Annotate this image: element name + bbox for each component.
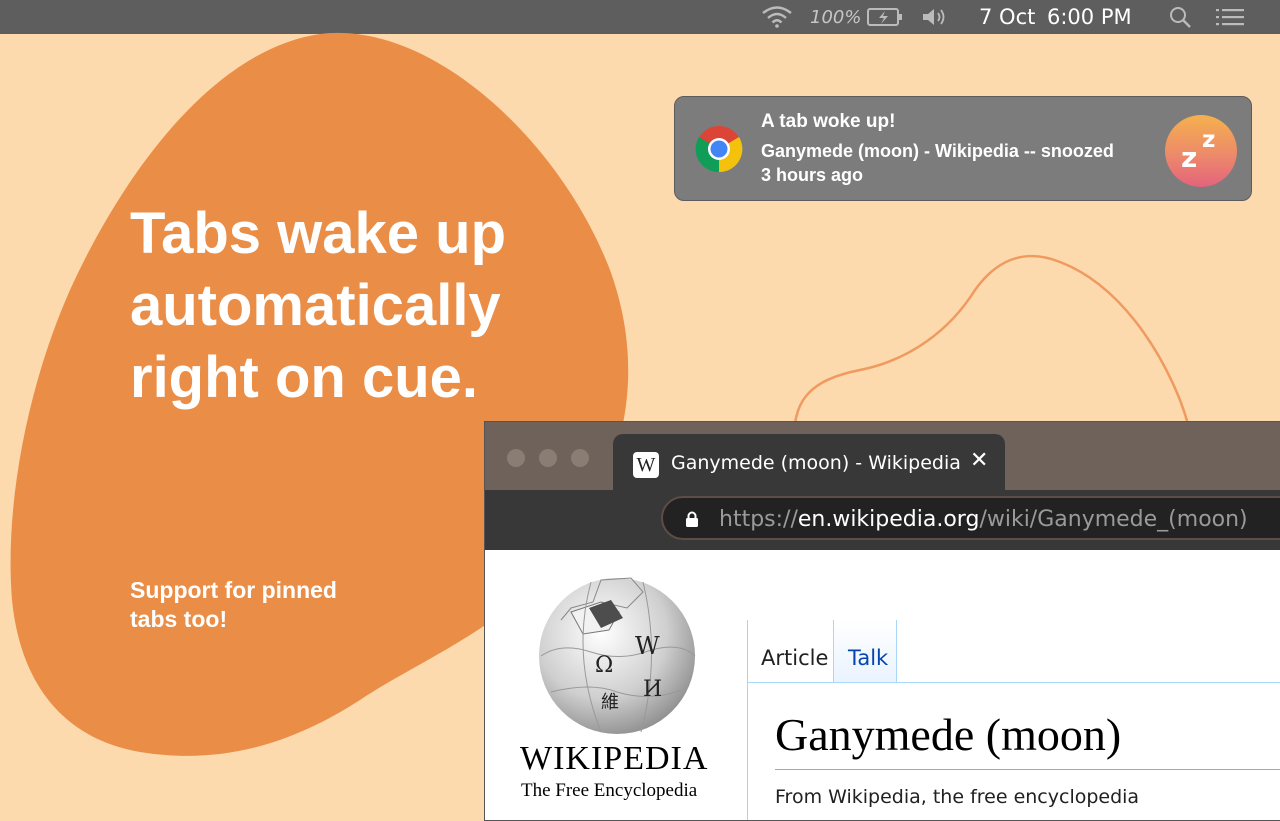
subtext-line-1: Support for pinned: [130, 577, 337, 603]
snooze-glyph-1: z: [1181, 141, 1198, 174]
headline: Tabs wake up automatically right on cue.: [130, 198, 506, 414]
wikipedia-tagline: The Free Encyclopedia: [521, 780, 698, 801]
svg-text:Ω: Ω: [595, 653, 613, 678]
lock-icon: [685, 511, 699, 532]
browser-window: W Ganymede (moon) - Wikipedia ✕ https://…: [484, 421, 1280, 821]
address-bar[interactable]: https://en.wikipedia.org/wiki/Ganymede_(…: [661, 496, 1280, 540]
wikipedia-globe-logo[interactable]: Ω W И 維: [531, 572, 701, 741]
notification-time: 3 hours ago: [761, 165, 864, 185]
svg-text:W: W: [635, 632, 660, 660]
page-source-line: From Wikipedia, the free encyclopedia: [775, 786, 1140, 808]
subtext: Support for pinned tabs too!: [130, 576, 337, 634]
svg-text:И: И: [643, 677, 662, 702]
close-window-button[interactable]: [507, 449, 525, 467]
browser-titlebar: W Ganymede (moon) - Wikipedia ✕: [485, 422, 1280, 494]
close-tab-icon[interactable]: ✕: [970, 448, 988, 473]
notification-body: Ganymede (moon) - Wikipedia -- snoozed: [761, 141, 1114, 161]
chrome-icon: [695, 125, 743, 173]
headline-line-1: Tabs wake up: [130, 201, 507, 266]
tab-title: Ganymede (moon) - Wikipedia: [671, 452, 961, 474]
url-text: https://en.wikipedia.org/wiki/Ganymede_(…: [719, 507, 1248, 532]
title-divider: [775, 769, 1280, 770]
tab-article[interactable]: Article: [761, 620, 828, 682]
snooze-icon: z z: [1165, 115, 1237, 187]
page-title: Ganymede (moon): [775, 709, 1122, 760]
wikipedia-wordmark[interactable]: WIKIPEDIA: [520, 740, 708, 778]
page-tabs: Article Talk: [747, 620, 1280, 683]
tab-talk[interactable]: Talk: [833, 620, 897, 682]
browser-tab[interactable]: W Ganymede (moon) - Wikipedia ✕: [613, 434, 1005, 494]
url-host: en.wikipedia.org: [797, 507, 980, 532]
svg-text:維: 維: [601, 692, 619, 713]
browser-toolbar: https://en.wikipedia.org/wiki/Ganymede_(…: [485, 490, 1280, 550]
maximize-window-button[interactable]: [571, 449, 589, 467]
subtext-line-2: tabs too!: [130, 606, 228, 632]
url-scheme: https://: [719, 507, 798, 532]
url-path: /wiki/Ganymede_(moon): [979, 507, 1248, 532]
snooze-glyph-2: z: [1202, 127, 1216, 153]
notification[interactable]: A tab woke up! Ganymede (moon) - Wikiped…: [674, 96, 1252, 201]
minimize-window-button[interactable]: [539, 449, 557, 467]
web-page: Ω W И 維 WIKIPEDIA The Free Encyclopedia …: [485, 550, 1280, 820]
headline-line-3: right on cue.: [130, 345, 478, 410]
notification-title: A tab woke up!: [761, 111, 896, 132]
wikipedia-favicon-icon: W: [633, 452, 659, 478]
headline-line-2: automatically: [130, 273, 501, 338]
